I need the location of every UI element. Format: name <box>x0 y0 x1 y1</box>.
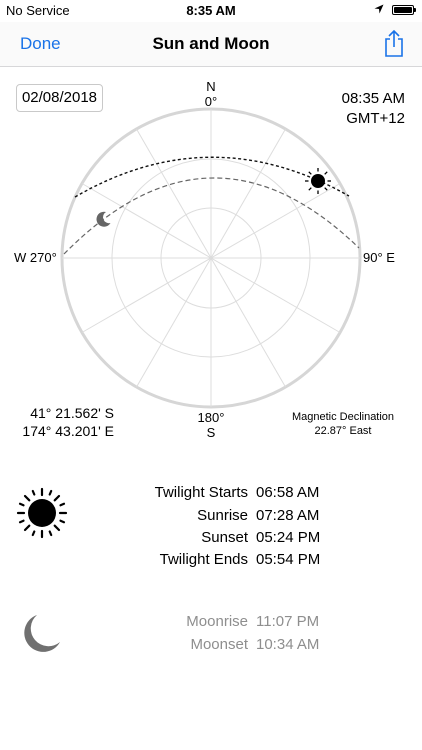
sun-position-icon <box>305 168 331 194</box>
latitude: 41° 21.562' S <box>30 405 114 421</box>
moon-row-label: Moonrise <box>186 613 248 630</box>
sun-row-label: Sunset <box>201 529 248 546</box>
sun-row-sunset: Sunset 05:24 PM <box>0 527 422 549</box>
sun-row-time: 05:24 PM <box>256 529 321 546</box>
sun-row-twilight-starts: Twilight Starts 06:58 AM <box>0 482 422 504</box>
location-arrow-icon <box>374 4 384 14</box>
longitude: 174° 43.201' E <box>22 423 114 439</box>
sun-row-label: Sunrise <box>197 507 248 524</box>
sun-row-label: Twilight Starts <box>154 484 248 501</box>
south-label: 180° S <box>191 410 231 440</box>
coordinates: 41° 21.562' S 174° 43.201' E <box>14 404 114 440</box>
south-degree: 180° <box>197 410 225 425</box>
east-label: 90° E <box>363 250 395 265</box>
sun-row-time: 05:54 PM <box>256 551 321 568</box>
north-letter: N <box>206 79 216 94</box>
sun-row-time: 06:58 AM <box>256 484 320 501</box>
share-icon[interactable] <box>382 28 406 58</box>
magnetic-declination: Magnetic Declination 22.87° East <box>278 410 408 438</box>
magnetic-declination-value: 22.87° East <box>314 425 372 437</box>
sky-chart <box>60 107 362 409</box>
sun-row-twilight-ends: Twilight Ends 05:54 PM <box>0 549 422 571</box>
status-time: 8:35 AM <box>186 3 236 18</box>
moon-row-moonset: Moonset 10:34 AM <box>0 634 422 656</box>
status-bar: No Service 8:35 AM <box>0 0 422 22</box>
sun-path <box>74 156 350 198</box>
moon-row-time: 11:07 PM <box>256 613 320 630</box>
north-label: N 0° <box>196 79 226 109</box>
battery-icon <box>392 5 416 15</box>
south-letter: S <box>206 425 216 440</box>
moon-row-moonrise: Moonrise 11:07 PM <box>0 611 422 633</box>
sun-row-label: Twilight Ends <box>159 551 248 568</box>
compass-grid <box>60 107 362 409</box>
magnetic-declination-label: Magnetic Declination <box>291 411 395 423</box>
sun-row-sunrise: Sunrise 07:28 AM <box>0 505 422 527</box>
navigation-bar: Done Sun and Moon <box>0 22 422 67</box>
moon-row-label: Moonset <box>190 636 248 653</box>
moon-row-time: 10:34 AM <box>256 636 320 653</box>
sun-row-time: 07:28 AM <box>256 507 320 524</box>
west-label: W 270° <box>14 250 57 265</box>
page-title: Sun and Moon <box>152 34 270 53</box>
north-degree: 0° <box>204 94 218 109</box>
